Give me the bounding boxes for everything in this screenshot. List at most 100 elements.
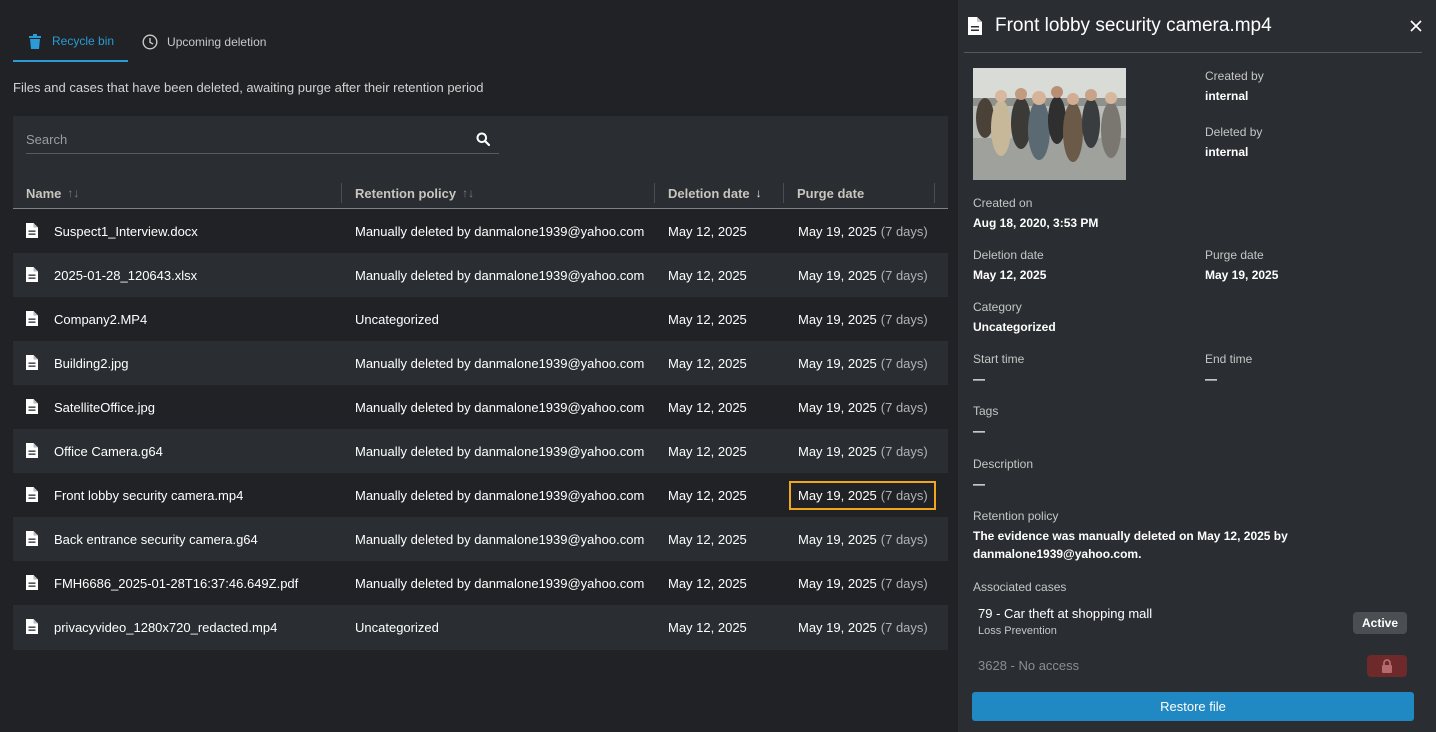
file-name: SatelliteOffice.jpg [54, 399, 155, 415]
purge-date-value: May 19, 2025 (7 days) [798, 575, 928, 591]
purge-date-value: May 19, 2025 (7 days) [798, 619, 928, 635]
lock-icon [1367, 655, 1407, 677]
purge-date-value: May 19, 2025 (7 days) [798, 443, 928, 459]
cell-deletion-date: May 12, 2025 [668, 487, 747, 503]
column-header-retention[interactable]: Retention policy ↑↓ [342, 183, 655, 203]
document-icon [967, 17, 983, 35]
cell-name: Back entrance security camera.g64 [13, 531, 342, 547]
cell-name: Front lobby security camera.mp4 [13, 487, 342, 503]
panel-header: Front lobby security camera.mp4 [964, 0, 1422, 53]
column-header-name[interactable]: Name ↑↓ [13, 183, 342, 203]
cell-name: Company2.MP4 [13, 311, 342, 327]
file-name: Suspect1_Interview.docx [54, 223, 198, 239]
file-icon [26, 575, 40, 591]
page-subtitle: Files and cases that have been deleted, … [13, 80, 484, 95]
file-icon [26, 443, 40, 459]
created-by-field: Created by internal [1205, 69, 1264, 103]
table-row[interactable]: FMH6686_2025-01-28T16:37:46.649Z.pdf Manu… [13, 561, 948, 605]
file-icon [26, 223, 40, 239]
search-box [26, 125, 499, 154]
table-row[interactable]: Office Camera.g64 Manually deleted by dan… [13, 429, 948, 473]
created-on-field: Created on Aug 18, 2020, 3:53 PM [973, 196, 1099, 230]
file-name: Office Camera.g64 [54, 443, 163, 459]
sort-desc-icon: ↓ [755, 186, 762, 200]
file-icon [26, 311, 40, 327]
column-header-deletion-date[interactable]: Deletion date ↓ [655, 183, 784, 203]
panel-title: Front lobby security camera.mp4 [995, 15, 1272, 36]
cell-name: SatelliteOffice.jpg [13, 399, 342, 415]
search-icon[interactable] [476, 132, 491, 147]
case-subtitle: Loss Prevention [978, 625, 1057, 637]
table-row[interactable]: 2025-01-28_120643.xlsx Manually deleted b… [13, 253, 948, 297]
file-name: Building2.jpg [54, 355, 129, 371]
case-title: 79 - Car theft at shopping mall [978, 606, 1153, 621]
files-table: Name ↑↓ Retention policy ↑↓ Deletion dat… [13, 116, 948, 650]
cell-name: Office Camera.g64 [13, 443, 342, 459]
file-name: privacyvideo_1280x720_redacted.mp4 [54, 619, 278, 635]
cell-deletion-date: May 12, 2025 [668, 223, 747, 239]
cell-name: 2025-01-28_120643.xlsx [13, 267, 342, 283]
cell-name: Suspect1_Interview.docx [13, 223, 342, 239]
purge-date-value: May 19, 2025 (7 days) [798, 355, 928, 371]
cell-deletion-date: May 12, 2025 [668, 399, 747, 415]
table-row[interactable]: Building2.jpg Manually deleted by danmalo… [13, 341, 948, 385]
sort-icon: ↑↓ [67, 186, 80, 200]
cell-purge-date: May 19, 2025 (7 days) [784, 480, 936, 510]
cell-retention: Uncategorized [355, 619, 439, 635]
purge-date-field: Purge date May 19, 2025 [1205, 248, 1279, 282]
cell-purge-date: May 19, 2025 (7 days) [784, 261, 935, 290]
video-thumbnail[interactable] [973, 68, 1126, 180]
end-time-field: End time — [1205, 352, 1253, 386]
purge-date-value: May 19, 2025 (7 days) [798, 399, 928, 415]
column-header-purge-date[interactable]: Purge date [784, 183, 935, 203]
trash-icon [27, 33, 43, 49]
purge-date-value: May 19, 2025 (7 days) [798, 223, 928, 239]
tab-recycle-bin[interactable]: Recycle bin [13, 22, 129, 62]
table-row[interactable]: Back entrance security camera.g64 Manuall… [13, 517, 948, 561]
cell-purge-date: May 19, 2025 (7 days) [784, 393, 935, 422]
details-panel: Front lobby security camera.mp4 Created … [958, 0, 1436, 732]
tab-upcoming-deletion[interactable]: Upcoming deletion [128, 22, 280, 62]
description-field: Description — [973, 457, 1034, 491]
cell-retention: Manually deleted by danmalone1939@yahoo.… [355, 531, 645, 547]
table-row[interactable]: Suspect1_Interview.docx Manually deleted … [13, 209, 948, 253]
cell-purge-date: May 19, 2025 (7 days) [784, 437, 935, 466]
file-icon [26, 619, 40, 635]
associated-cases-label: Associated cases [973, 580, 1067, 594]
file-name: 2025-01-28_120643.xlsx [54, 267, 198, 283]
cell-retention: Manually deleted by danmalone1939@yahoo.… [355, 443, 645, 459]
cell-purge-date: May 19, 2025 (7 days) [784, 349, 935, 378]
cell-retention: Uncategorized [355, 311, 439, 327]
cell-deletion-date: May 12, 2025 [668, 311, 747, 327]
file-icon [26, 399, 40, 415]
clock-icon [142, 34, 158, 50]
table-row[interactable]: privacyvideo_1280x720_redacted.mp4 Uncate… [13, 605, 948, 649]
associated-case-item[interactable]: 79 - Car theft at shopping mall Loss Pre… [978, 606, 1152, 637]
table-row[interactable]: Front lobby security camera.mp4 Manually … [13, 473, 948, 517]
table-body: Suspect1_Interview.docx Manually deleted … [13, 209, 948, 649]
cell-purge-date: May 19, 2025 (7 days) [784, 305, 935, 334]
purge-date-value: May 19, 2025 (7 days) [789, 480, 936, 510]
cell-name: FMH6686_2025-01-28T16:37:46.649Z.pdf [13, 575, 342, 591]
restore-file-button[interactable]: Restore file [972, 692, 1414, 721]
file-icon [26, 267, 40, 283]
file-name: Company2.MP4 [54, 311, 148, 327]
cell-deletion-date: May 12, 2025 [668, 355, 747, 371]
cell-name: privacyvideo_1280x720_redacted.mp4 [13, 619, 342, 635]
file-name: Back entrance security camera.g64 [54, 531, 258, 547]
close-icon[interactable] [1408, 18, 1424, 34]
purge-date-value: May 19, 2025 (7 days) [798, 267, 928, 283]
cell-purge-date: May 19, 2025 (7 days) [784, 569, 935, 598]
search-input[interactable] [26, 131, 466, 147]
file-icon [26, 355, 40, 371]
tab-bar: Recycle bin Upcoming deletion [13, 22, 280, 62]
deletion-date-field: Deletion date May 12, 2025 [973, 248, 1047, 282]
cell-purge-date: May 19, 2025 (7 days) [784, 525, 935, 554]
file-icon [26, 531, 40, 547]
column-divider [934, 183, 935, 203]
table-row[interactable]: SatelliteOffice.jpg Manually deleted by d… [13, 385, 948, 429]
table-row[interactable]: Company2.MP4 Uncategorized May 12, 2025 May… [13, 297, 948, 341]
cell-deletion-date: May 12, 2025 [668, 619, 747, 635]
cell-deletion-date: May 12, 2025 [668, 443, 747, 459]
cell-deletion-date: May 12, 2025 [668, 531, 747, 547]
